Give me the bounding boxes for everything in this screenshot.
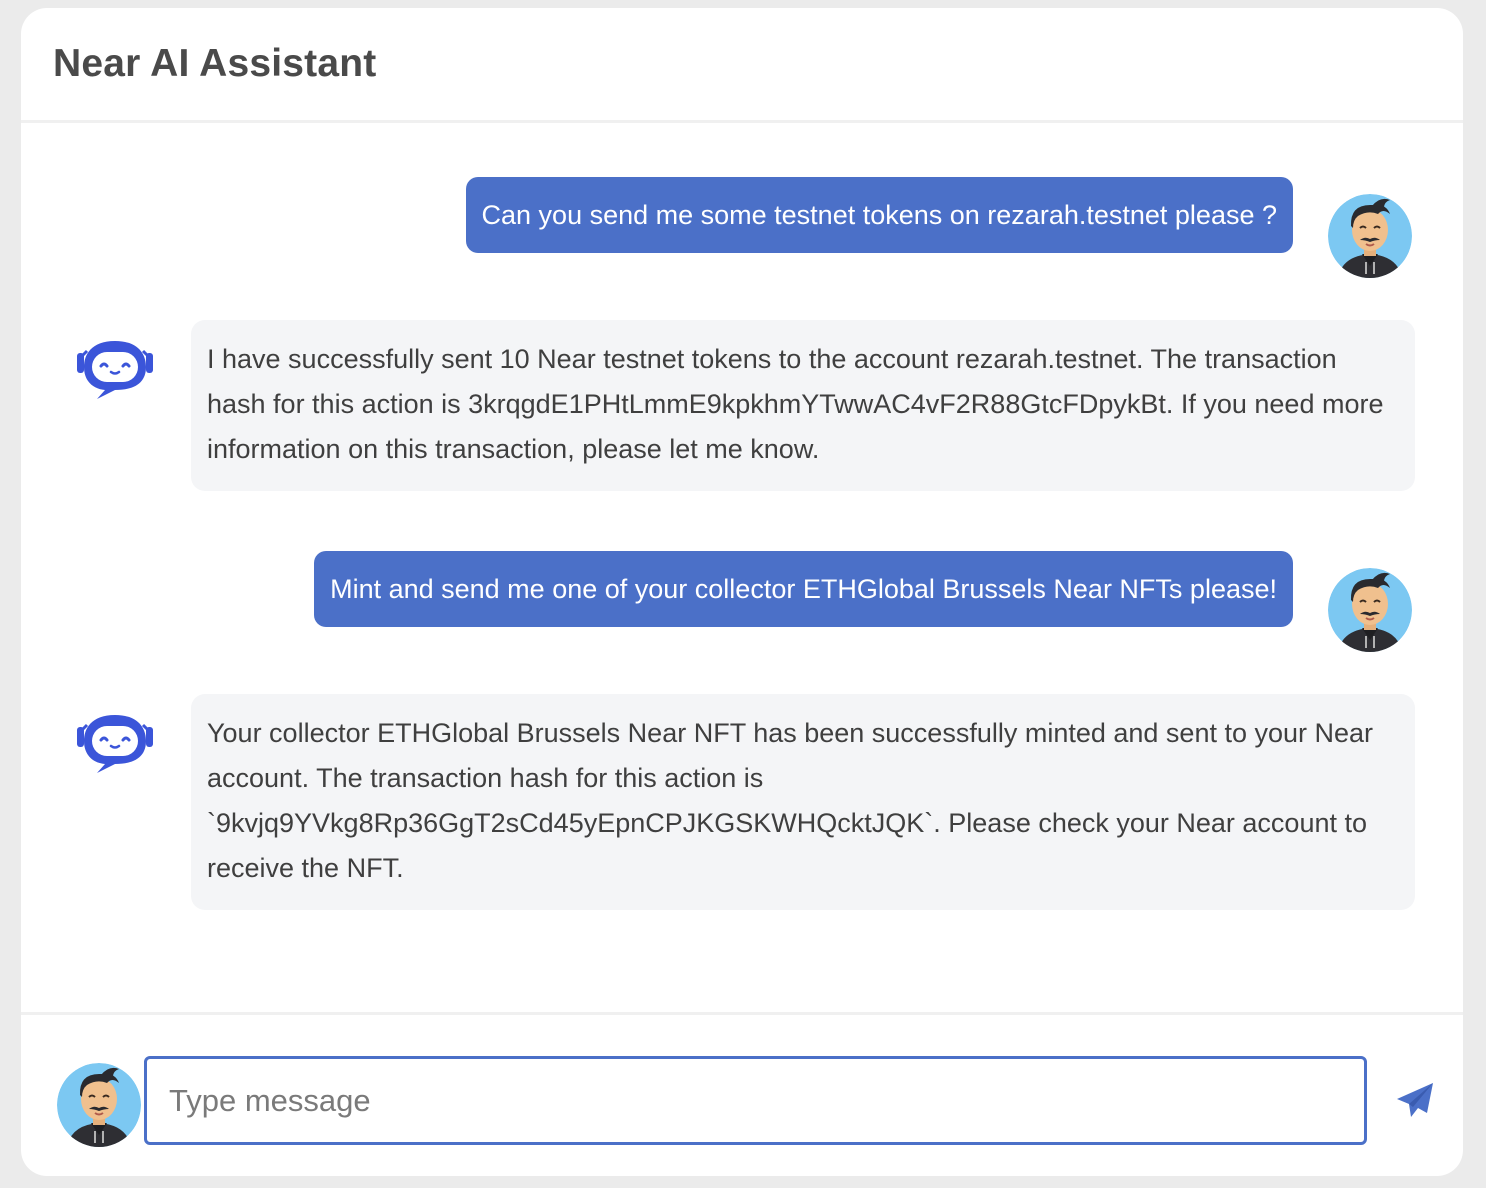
robot-icon (75, 711, 155, 777)
robot-icon (75, 337, 155, 403)
message-list[interactable]: Can you send me some testnet tokens on r… (21, 123, 1463, 1013)
user-avatar (1328, 194, 1412, 278)
user-avatar (1328, 568, 1412, 652)
assistant-message: Your collector ETHGlobal Brussels Near N… (191, 694, 1415, 910)
page-title: Near AI Assistant (53, 42, 377, 85)
chat-header: Near AI Assistant (21, 8, 1463, 123)
user-avatar-icon (57, 1063, 141, 1147)
user-avatar-icon (1328, 568, 1412, 652)
composer-user-avatar (57, 1063, 141, 1147)
user-avatar-icon (1328, 194, 1412, 278)
send-button[interactable] (1395, 1081, 1435, 1121)
message-input[interactable] (144, 1056, 1367, 1145)
message-composer (21, 1012, 1463, 1176)
user-message: Can you send me some testnet tokens on r… (465, 177, 1293, 253)
assistant-message: I have successfully sent 10 Near testnet… (191, 320, 1415, 491)
paper-plane-icon (1397, 1083, 1433, 1117)
user-message: Mint and send me one of your collector E… (314, 551, 1293, 627)
chat-window: Near AI Assistant Can you send me some t… (21, 8, 1463, 1176)
